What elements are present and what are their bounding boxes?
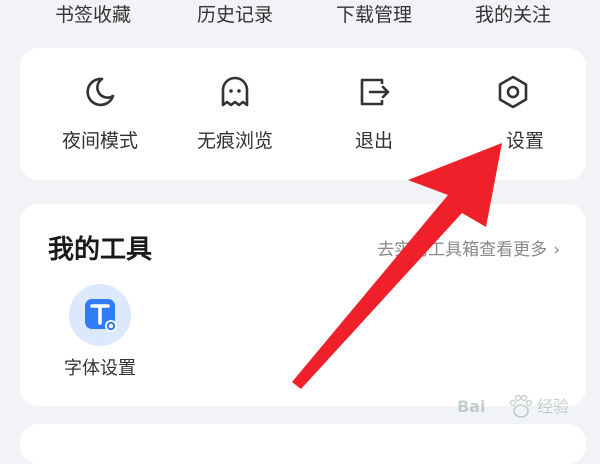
more-tools-label: 去实用工具箱查看更多 <box>377 240 548 260</box>
font-settings-icon <box>69 284 131 346</box>
moon-icon <box>86 77 115 107</box>
my-tools-card: 我的工具 去实用工具箱查看更多 › 字体设置 <box>20 204 586 406</box>
font-settings-label: 字体设置 <box>64 358 136 379</box>
bottom-card <box>20 424 586 464</box>
top-shortcut-row: 书签收藏 历史记录 下载管理 我的关注 <box>0 0 600 40</box>
paw-icon <box>509 394 533 418</box>
ghost-icon <box>221 76 249 107</box>
more-tools-link[interactable]: 去实用工具箱查看更多 › <box>377 238 560 262</box>
font-settings-tool[interactable]: 字体设置 <box>52 284 148 394</box>
night-mode-label: 夜间模式 <box>61 130 138 152</box>
settings-icon <box>498 75 528 109</box>
watermark-text-site: 经验 <box>537 397 570 416</box>
chevron-right-icon: › <box>553 240 560 260</box>
incognito-label: 无痕浏览 <box>196 130 273 152</box>
exit-button[interactable]: 退出 <box>309 48 439 180</box>
bookmarks-link[interactable]: 书签收藏 <box>28 2 158 28</box>
history-link[interactable]: 历史记录 <box>170 2 300 28</box>
font-t-icon <box>85 299 117 332</box>
following-link[interactable]: 我的关注 <box>448 2 578 28</box>
exit-icon <box>360 78 390 106</box>
settings-button[interactable]: 设置 <box>448 48 578 180</box>
downloads-link[interactable]: 下载管理 <box>309 2 439 28</box>
incognito-button[interactable]: 无痕浏览 <box>170 48 300 180</box>
exit-label: 退出 <box>354 130 393 152</box>
watermark-text-brand: Bai <box>457 397 486 416</box>
my-tools-title: 我的工具 <box>48 235 153 265</box>
quick-menu-card: 夜间模式 无痕浏览 退出 设置 <box>20 48 586 180</box>
baidu-jingyan-watermark: Bai 经验 <box>455 392 595 422</box>
settings-label: 设置 <box>505 130 544 152</box>
night-mode-button[interactable]: 夜间模式 <box>35 48 165 180</box>
